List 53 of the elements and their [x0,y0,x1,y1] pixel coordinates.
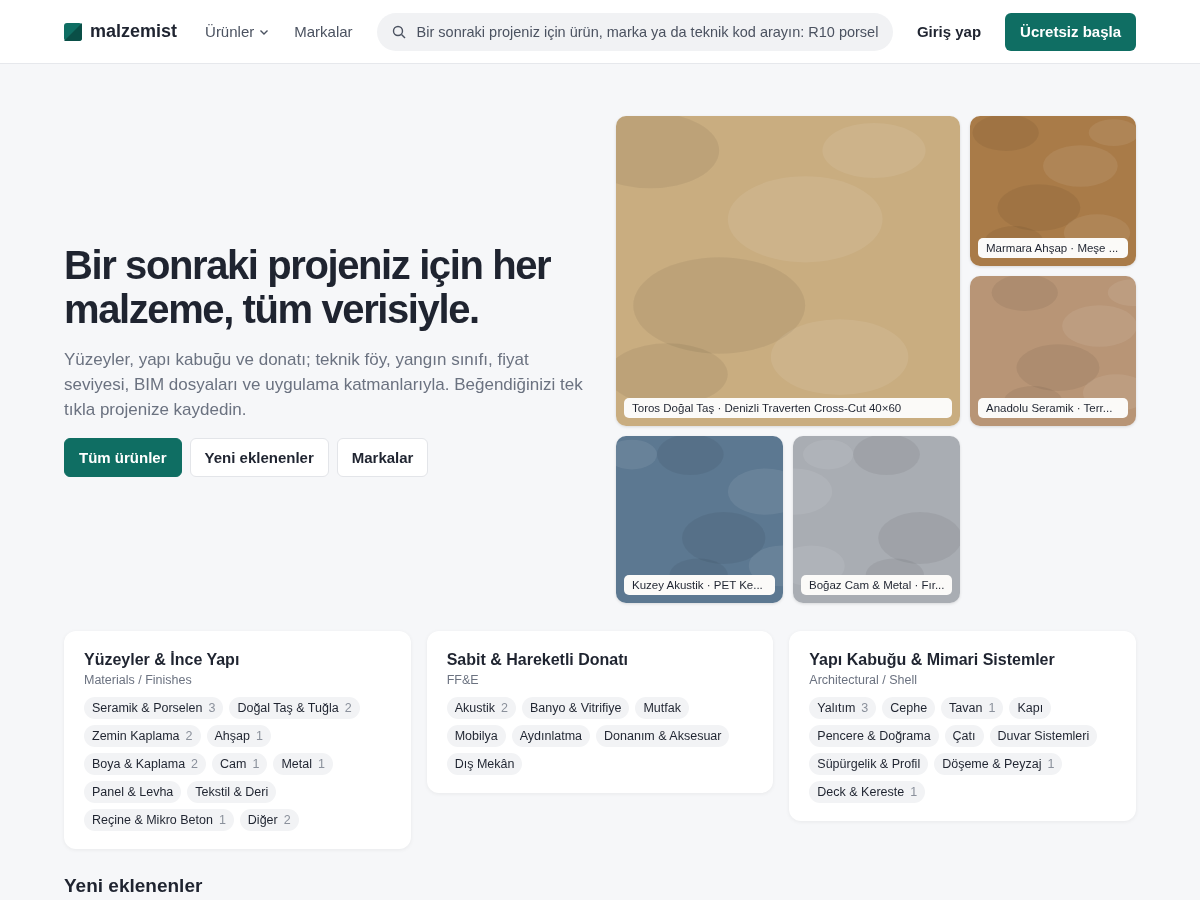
category-tag[interactable]: Reçine & Mikro Beton 1 [84,809,234,831]
category-tag[interactable]: Süpürgelik & Profil [809,753,929,775]
nav-link[interactable]: Markalar [294,23,353,40]
category-tag[interactable]: Döşeme & Peyzaj 1 [934,753,1063,775]
signup-button[interactable]: Ücretsiz başla [1005,12,1136,51]
category-tag[interactable]: Banyo & Vitrifiye [521,697,630,719]
category-tag[interactable]: Boya & Kaplama 2 [84,753,207,775]
hero-title: Bir sonraki projeniz için her malzeme, tüm verisiyle. [64,242,552,331]
category-tag[interactable]: Kapı [1009,697,1052,719]
card-title: Yapı Kabuğu & Mimari Sistemler [809,651,1056,669]
image-caption: Kuzey Akustik · PET Ke... [624,575,775,595]
category-tag[interactable]: Seramik & Porselen 3 [84,697,224,719]
category-tag[interactable]: Dış Mekân [446,753,523,775]
image-caption: Marmara Ahşap · Meşe ... [978,238,1128,258]
logo-text[interactable]: malzemist [90,21,178,42]
section-title: Yeni eklenenler [64,875,204,897]
category-tag[interactable]: Duvar Sistemleri [989,725,1098,747]
category-tag[interactable]: Tekstil & Deri [187,781,277,803]
hero-text: Yüzeyler, yapı kabuğu ve donatı; teknik föy, yangın sınıfı, fiyat seviyesi, BIM dosyaları ve uygulama katmanlarıyla. Beğendiğinizi tek tıkla projenize kaydedin. [64,348,584,421]
image-caption: Boğaz Cam & Metal · Fır... [801,575,952,595]
login-link[interactable]: Giriş yap [916,23,982,40]
category-tag[interactable]: Donanım & Aksesuar [596,725,730,747]
hero-button[interactable]: Tüm ürünler [64,437,182,477]
category-tag[interactable]: Akustik 2 [446,697,516,719]
category-tag[interactable]: Mutfak [635,697,689,719]
category-tag[interactable]: Mobilya [446,725,506,747]
category-tag[interactable]: Tavan 1 [941,697,1004,719]
card-title: Yüzeyler & İnce Yapı [84,651,241,669]
image-caption: Anadolu Seramik · Terr... [978,398,1128,418]
hero-button[interactable]: Yeni eklenenler [189,437,329,477]
image-caption: Toros Doğal Taş · Denizli Traverten Cross-Cut 40×60 [624,398,952,418]
category-tag[interactable]: Diğer 2 [239,809,299,831]
category-tag[interactable]: Cam 1 [212,753,268,775]
category-tag[interactable]: Pencere & Doğrama [809,725,939,747]
category-tag[interactable]: Aydınlatma [511,725,591,747]
logo-icon [64,22,82,41]
card-title: Sabit & Hareketli Donatı [446,651,630,669]
category-tag[interactable]: Çatı [944,725,984,747]
search-field[interactable]: Bir sonraki projeniz için ürün, marka ya da teknik kod arayın: R10 porsel [376,12,893,51]
category-tag[interactable]: Zemin Kaplama 2 [84,725,201,747]
category-tag[interactable]: Ahşap 1 [206,725,271,747]
nav-link[interactable]: Ürünler [205,23,271,40]
category-tag[interactable]: Doğal Taş & Tuğla 2 [229,697,360,719]
search-icon [391,24,406,39]
category-tag[interactable]: Metal 1 [273,753,333,775]
category-tag[interactable]: Panel & Levha [84,781,182,803]
card-subtitle: Architectural / Shell [809,673,918,687]
card-subtitle: Materials / Finishes [84,673,193,687]
category-tag[interactable]: Yalıtım 3 [809,697,877,719]
card-subtitle: FF&E [446,673,480,687]
category-tag[interactable]: Cephe [882,697,936,719]
hero-button[interactable]: Markalar [336,437,429,477]
category-tag[interactable]: Deck & Kereste 1 [809,781,926,803]
